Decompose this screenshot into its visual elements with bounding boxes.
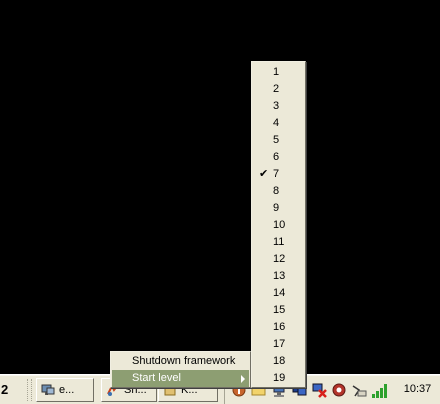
toolbar-grip[interactable] — [31, 379, 33, 401]
start-level-item-4[interactable]: 4 — [253, 115, 304, 132]
start-level-label: 14 — [273, 287, 286, 299]
menu-item-label: Shutdown framework — [132, 355, 236, 367]
start-level-item-11[interactable]: 11 — [253, 234, 304, 251]
start-level-submenu: 1 2 3 4 5 6 ✔ 7 8 9 10 11 12 13 14 15 16 17 18 19 — [251, 61, 306, 388]
start-level-item-3[interactable]: 3 — [253, 98, 304, 115]
start-level-label: 2 — [273, 83, 280, 95]
start-level-item-14[interactable]: 14 — [253, 285, 304, 302]
start-level-item-6[interactable]: 6 — [253, 149, 304, 166]
start-level-item-19[interactable]: 19 — [253, 370, 304, 387]
start-level-item-16[interactable]: 16 — [253, 319, 304, 336]
start-level-label: 5 — [273, 134, 280, 146]
start-level-item-8[interactable]: 8 — [253, 183, 304, 200]
start-level-item-18[interactable]: 18 — [253, 353, 304, 370]
start-level-label: 6 — [273, 151, 280, 163]
start-level-item-10[interactable]: 10 — [253, 217, 304, 234]
connection-icon[interactable] — [351, 382, 367, 398]
start-level-item-15[interactable]: 15 — [253, 302, 304, 319]
start-level-label: 1 — [273, 66, 280, 78]
start-level-label: 4 — [273, 117, 280, 129]
menu-item-label: Start level — [132, 372, 181, 384]
start-level-item-17[interactable]: 17 — [253, 336, 304, 353]
start-level-label: 15 — [273, 304, 286, 316]
start-level-label: 17 — [273, 338, 286, 350]
network-error-icon[interactable] — [311, 382, 327, 398]
menu-item-shutdown-framework[interactable]: Shutdown framework — [112, 353, 249, 370]
network-icon — [41, 384, 55, 395]
start-level-item-13[interactable]: 13 — [253, 268, 304, 285]
start-level-label: 3 — [273, 100, 280, 112]
taskbar-clock[interactable]: 10:37 — [395, 377, 440, 401]
start-level-item-12[interactable]: 12 — [253, 251, 304, 268]
start-level-label: 18 — [273, 355, 286, 367]
start-level-item-7[interactable]: ✔ 7 — [253, 166, 304, 183]
signal-icon[interactable] — [371, 382, 391, 398]
taskbar-button-e[interactable]: e... — [36, 378, 94, 402]
start-level-label: 8 — [273, 185, 280, 197]
start-level-item-5[interactable]: 5 — [253, 132, 304, 149]
menu-item-start-level[interactable]: Start level — [112, 370, 249, 387]
toolbar-grip[interactable] — [27, 379, 29, 401]
start-level-item-1[interactable]: 1 — [253, 64, 304, 81]
settings-icon[interactable] — [331, 382, 347, 398]
taskbar-partial-button[interactable]: 2 — [0, 378, 24, 402]
start-level-label: 16 — [273, 321, 286, 333]
start-level-item-9[interactable]: 9 — [253, 200, 304, 217]
start-level-label: 9 — [273, 202, 280, 214]
start-level-label: 12 — [273, 253, 286, 265]
submenu-arrow-icon — [241, 375, 245, 383]
checkmark-icon: ✔ — [259, 168, 269, 180]
tray-context-menu: Shutdown framework Start level — [110, 351, 251, 388]
start-level-label: 10 — [273, 219, 286, 231]
start-level-label: 11 — [273, 236, 285, 248]
start-level-label: 7 — [273, 168, 280, 180]
start-level-label: 13 — [273, 270, 286, 282]
start-level-label: 19 — [273, 372, 286, 384]
start-level-item-2[interactable]: 2 — [253, 81, 304, 98]
taskbar-button-label: e... — [59, 384, 75, 396]
